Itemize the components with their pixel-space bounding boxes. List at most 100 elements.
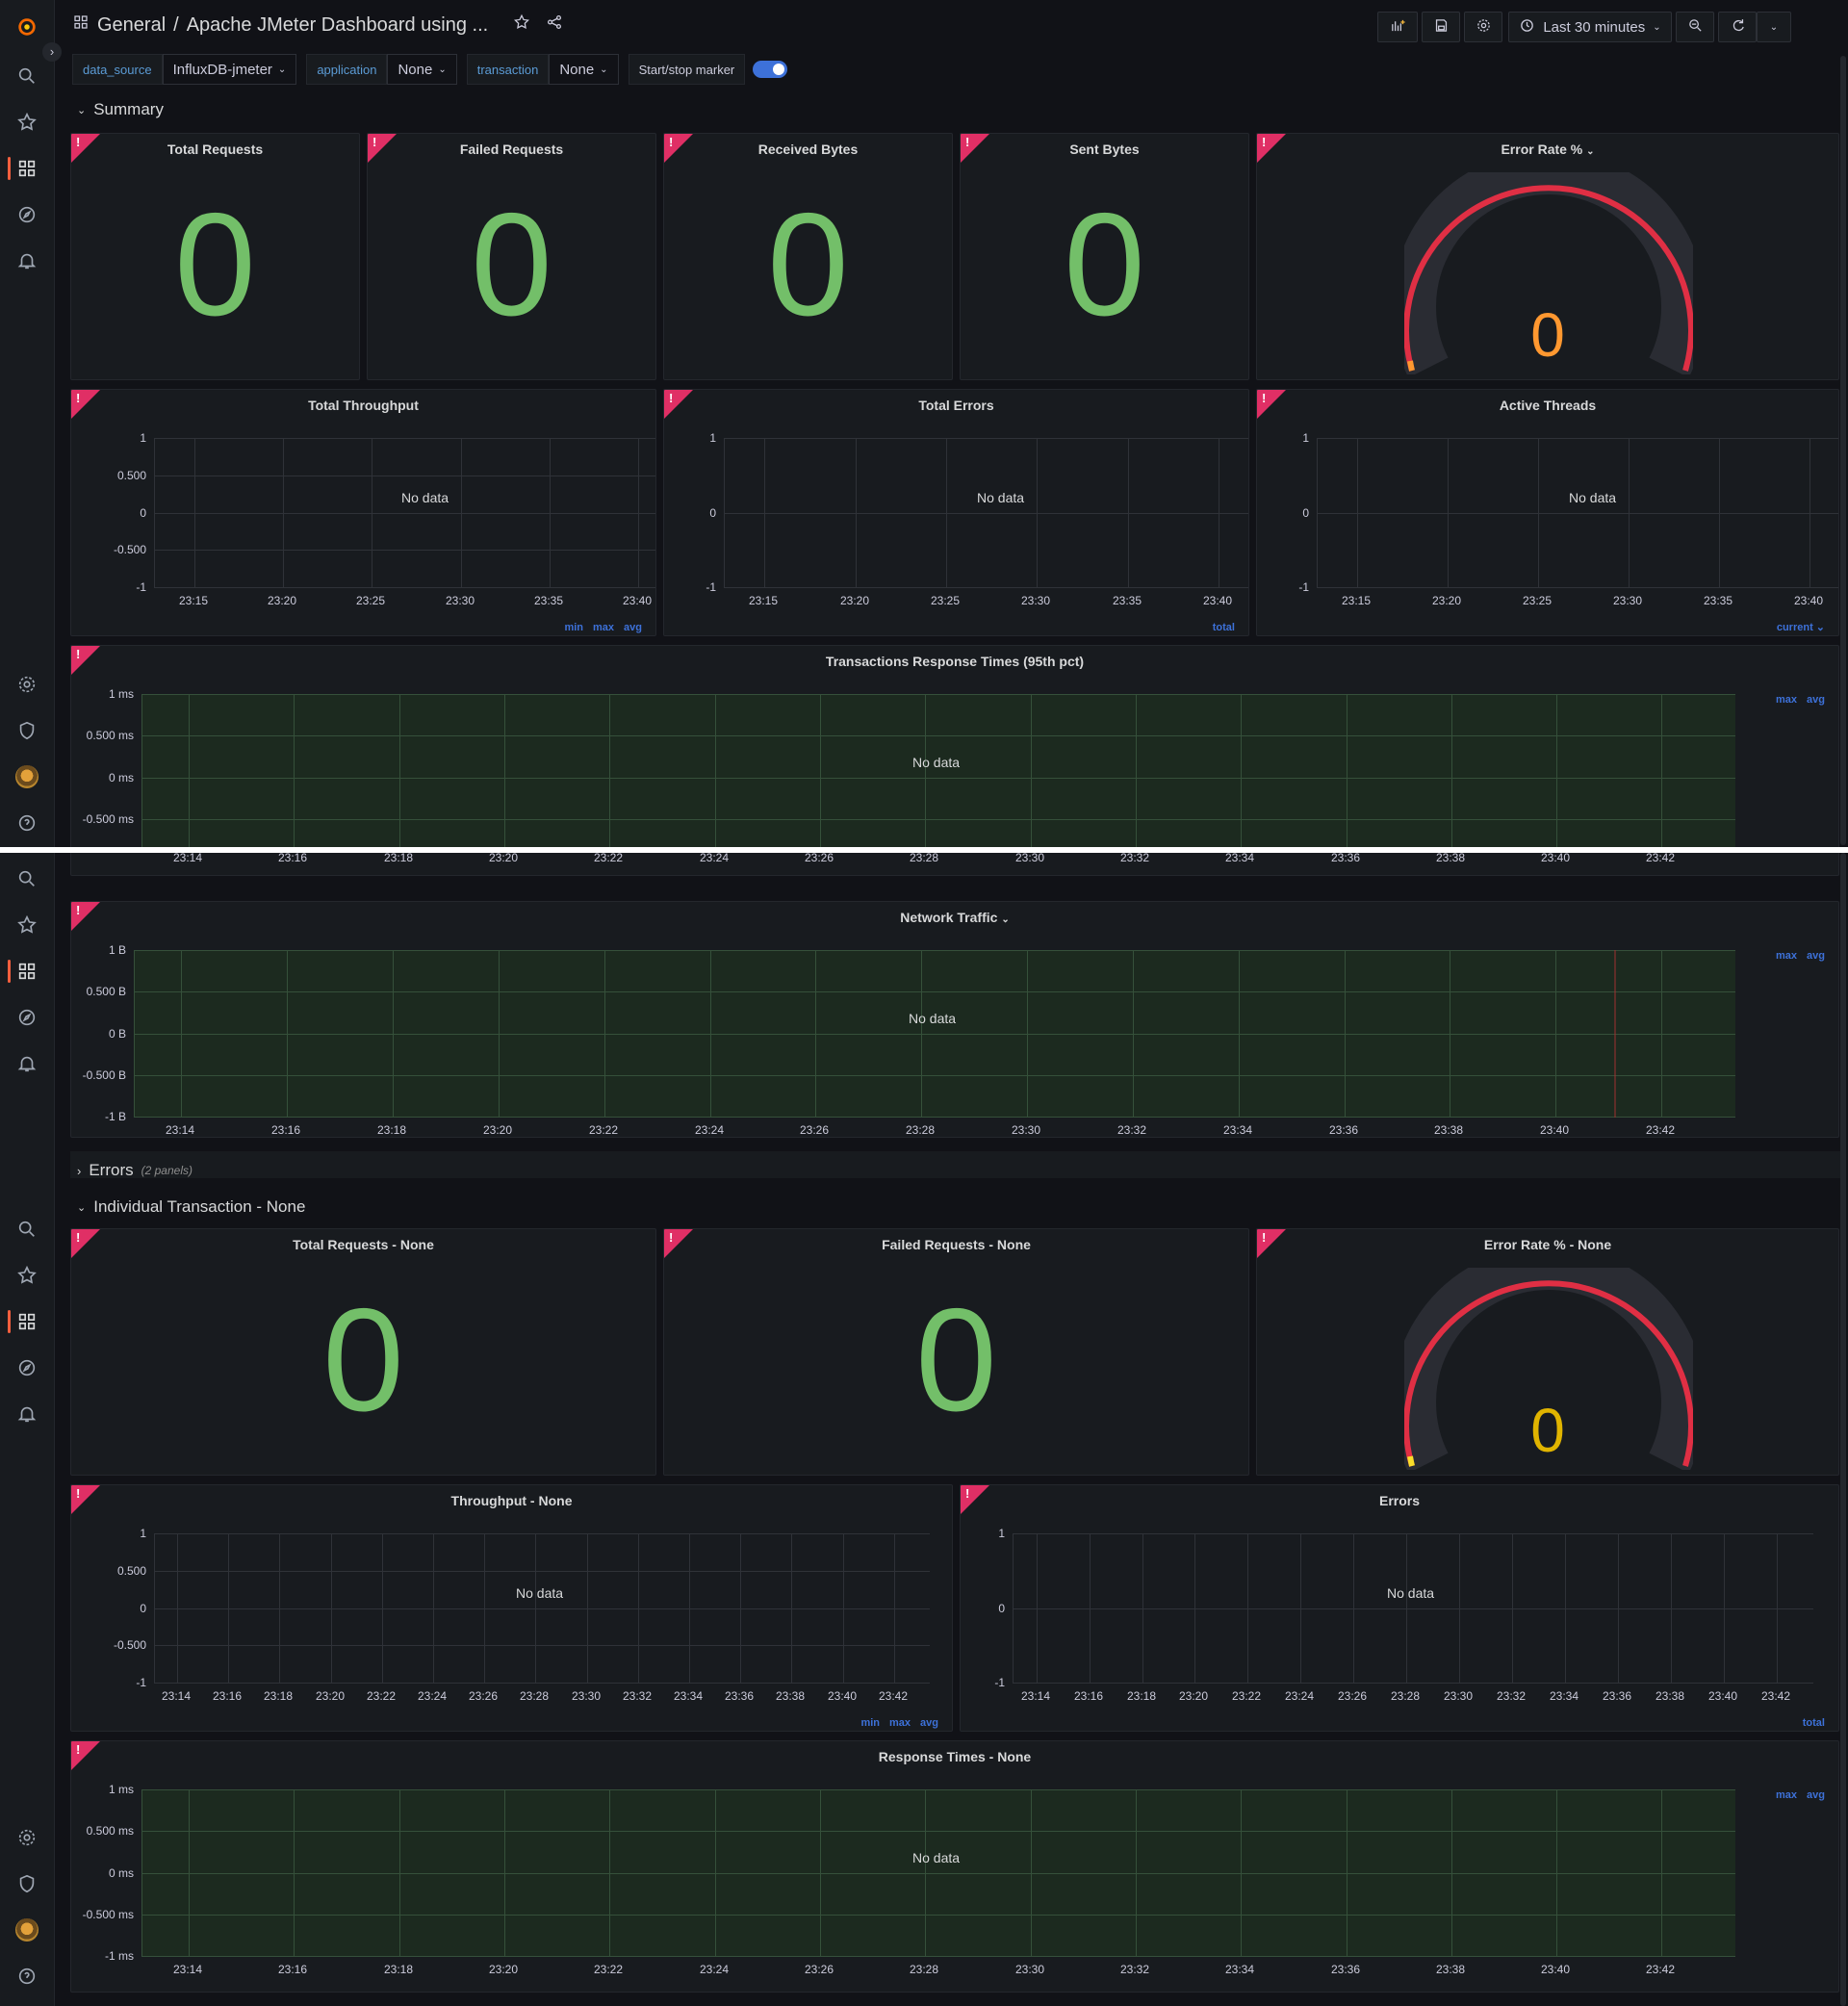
- dashboards-icon[interactable]: [14, 156, 39, 181]
- panel-error-rate-none[interactable]: ! Error Rate % - None 0: [1256, 1228, 1839, 1476]
- configuration-icon[interactable]: [14, 672, 39, 697]
- legend-item[interactable]: max: [593, 622, 614, 633]
- add-panel-button[interactable]: [1377, 12, 1418, 42]
- share-icon[interactable]: [546, 13, 563, 37]
- legend-item[interactable]: total: [1803, 1717, 1825, 1729]
- panel-title[interactable]: Error Rate % - None: [1257, 1237, 1838, 1252]
- panel-title[interactable]: Response Times - None: [71, 1749, 1838, 1764]
- legend-item[interactable]: avg: [1807, 694, 1825, 706]
- legend[interactable]: min max avg: [851, 1717, 938, 1729]
- legend[interactable]: min max avg: [554, 622, 642, 633]
- panel-errors-none[interactable]: ! Errors 1 0 -1 23:14 23:16 23:18 23:20 23:22 23…: [960, 1484, 1839, 1732]
- search-icon[interactable]: [14, 1217, 39, 1242]
- search-icon[interactable]: [14, 866, 39, 891]
- star-icon[interactable]: [14, 1263, 39, 1288]
- panel-title[interactable]: Received Bytes: [664, 141, 952, 157]
- panel-title[interactable]: Sent Bytes: [961, 141, 1248, 157]
- legend-item[interactable]: min: [564, 622, 583, 633]
- zoom-out-button[interactable]: [1676, 12, 1714, 42]
- breadcrumb-folder[interactable]: General: [97, 14, 166, 37]
- avatar[interactable]: [15, 1918, 38, 1942]
- legend-item[interactable]: max: [1776, 1789, 1797, 1801]
- legend[interactable]: total: [1793, 1717, 1825, 1729]
- panel-title[interactable]: Total Requests - None: [71, 1237, 655, 1252]
- save-button[interactable]: [1422, 12, 1460, 42]
- panel-title[interactable]: Transactions Response Times (95th pct): [71, 654, 1838, 669]
- row-individual-transaction[interactable]: ⌄ Individual Transaction - None: [77, 1197, 305, 1217]
- legend-item[interactable]: max: [889, 1717, 911, 1729]
- settings-button[interactable]: [1464, 12, 1502, 42]
- legend-item[interactable]: min: [860, 1717, 880, 1729]
- panel-title[interactable]: Active Threads: [1257, 398, 1838, 413]
- panel-title[interactable]: Throughput - None: [71, 1493, 952, 1508]
- legend[interactable]: current ⌄: [1767, 621, 1825, 633]
- legend-item[interactable]: avg: [624, 622, 642, 633]
- legend-item[interactable]: max: [1776, 694, 1797, 706]
- scrollbar[interactable]: [1840, 853, 1846, 2006]
- alerting-icon[interactable]: [14, 1051, 39, 1076]
- star-icon[interactable]: [513, 13, 530, 37]
- star-icon[interactable]: [14, 110, 39, 135]
- panel-total-requests[interactable]: ! Total Requests 0: [70, 133, 360, 380]
- legend[interactable]: max avg: [1766, 694, 1825, 706]
- legend-item[interactable]: max: [1776, 950, 1797, 962]
- legend[interactable]: total: [1203, 622, 1235, 633]
- variable-select[interactable]: InfluxDB-jmeter ⌄: [162, 54, 297, 85]
- help-icon[interactable]: [14, 810, 39, 836]
- panel-title[interactable]: Network Traffic ⌄: [71, 910, 1838, 925]
- legend-item[interactable]: avg: [920, 1717, 938, 1729]
- panel-title[interactable]: Total Requests: [71, 141, 359, 157]
- configuration-icon[interactable]: [14, 1825, 39, 1850]
- panel-sent-bytes[interactable]: ! Sent Bytes 0: [960, 133, 1249, 380]
- alerting-icon[interactable]: [14, 248, 39, 273]
- dashboards-icon[interactable]: [14, 959, 39, 984]
- panel-error-rate[interactable]: ! Error Rate % ⌄ 0: [1256, 133, 1839, 380]
- legend[interactable]: max avg: [1766, 1789, 1825, 1801]
- panel-title[interactable]: Errors: [961, 1493, 1838, 1508]
- scrollbar[interactable]: [1840, 56, 1846, 845]
- panel-failed-requests[interactable]: ! Failed Requests 0: [367, 133, 656, 380]
- grafana-logo-icon[interactable]: [14, 14, 39, 39]
- avatar[interactable]: [15, 765, 38, 788]
- time-picker[interactable]: Last 30 minutes ⌄: [1508, 12, 1672, 42]
- panel-received-bytes[interactable]: ! Received Bytes 0: [663, 133, 953, 380]
- explore-icon[interactable]: [14, 1005, 39, 1030]
- search-icon[interactable]: [14, 64, 39, 89]
- legend-item[interactable]: current ⌄: [1777, 622, 1825, 633]
- explore-icon[interactable]: [14, 202, 39, 227]
- refresh-button[interactable]: [1718, 12, 1757, 42]
- marker-toggle[interactable]: [753, 61, 788, 78]
- panel-title[interactable]: Failed Requests: [368, 141, 655, 157]
- panel-title[interactable]: Error Rate % ⌄: [1257, 141, 1838, 157]
- legend[interactable]: max avg: [1766, 950, 1825, 962]
- dashboards-icon[interactable]: [14, 1309, 39, 1334]
- panel-title[interactable]: Failed Requests - None: [664, 1237, 1248, 1252]
- alerting-icon[interactable]: [14, 1402, 39, 1427]
- row-errors[interactable]: › Errors (2 panels): [77, 1161, 192, 1180]
- legend-item[interactable]: avg: [1807, 1789, 1825, 1801]
- variable-select[interactable]: None ⌄: [387, 54, 457, 85]
- legend-item[interactable]: total: [1213, 622, 1235, 633]
- panel-transactions-response-times-bottom[interactable]: 23:14 23:16 23:18 23:20 23:22 23:24 23:26 23:28…: [70, 853, 1839, 876]
- panel-response-times-none[interactable]: ! Response Times - None 1 ms 0.500 ms 0 ms…: [70, 1740, 1839, 1993]
- shield-icon[interactable]: [14, 1871, 39, 1896]
- legend-item[interactable]: avg: [1807, 950, 1825, 962]
- panel-transactions-response-times[interactable]: ! Transactions Response Times (95th pct)…: [70, 645, 1839, 847]
- refresh-interval-dropdown[interactable]: ⌄: [1757, 12, 1791, 42]
- panel-failed-requests-none[interactable]: ! Failed Requests - None 0: [663, 1228, 1249, 1476]
- explore-icon[interactable]: [14, 1355, 39, 1380]
- panel-total-throughput[interactable]: ! Total Throughput 1 0.500 0 -0.500 -1 23:15 2…: [70, 389, 656, 636]
- row-summary[interactable]: ⌄ Summary: [77, 100, 164, 119]
- panel-active-threads[interactable]: ! Active Threads 1 0 -1 23:15 23:20 23:25 23:3…: [1256, 389, 1839, 636]
- panel-total-requests-none[interactable]: ! Total Requests - None 0: [70, 1228, 656, 1476]
- panel-title[interactable]: Total Errors: [664, 398, 1248, 413]
- panel-network-traffic[interactable]: ! Network Traffic ⌄ 1 B 0.500 B0 B -0.500 …: [70, 901, 1839, 1138]
- help-icon[interactable]: [14, 1964, 39, 1989]
- panel-title[interactable]: Total Throughput: [71, 398, 655, 413]
- shield-icon[interactable]: [14, 718, 39, 743]
- panel-throughput-none[interactable]: ! Throughput - None 1 0.500 0 -0.500 -1 23:14…: [70, 1484, 953, 1732]
- star-icon[interactable]: [14, 913, 39, 938]
- dashboard-title[interactable]: Apache JMeter Dashboard using ...: [187, 14, 489, 37]
- panel-total-errors[interactable]: ! Total Errors 1 0 -1 23:15 23:20 23:25 23:30 2…: [663, 389, 1249, 636]
- variable-select[interactable]: None ⌄: [549, 54, 619, 85]
